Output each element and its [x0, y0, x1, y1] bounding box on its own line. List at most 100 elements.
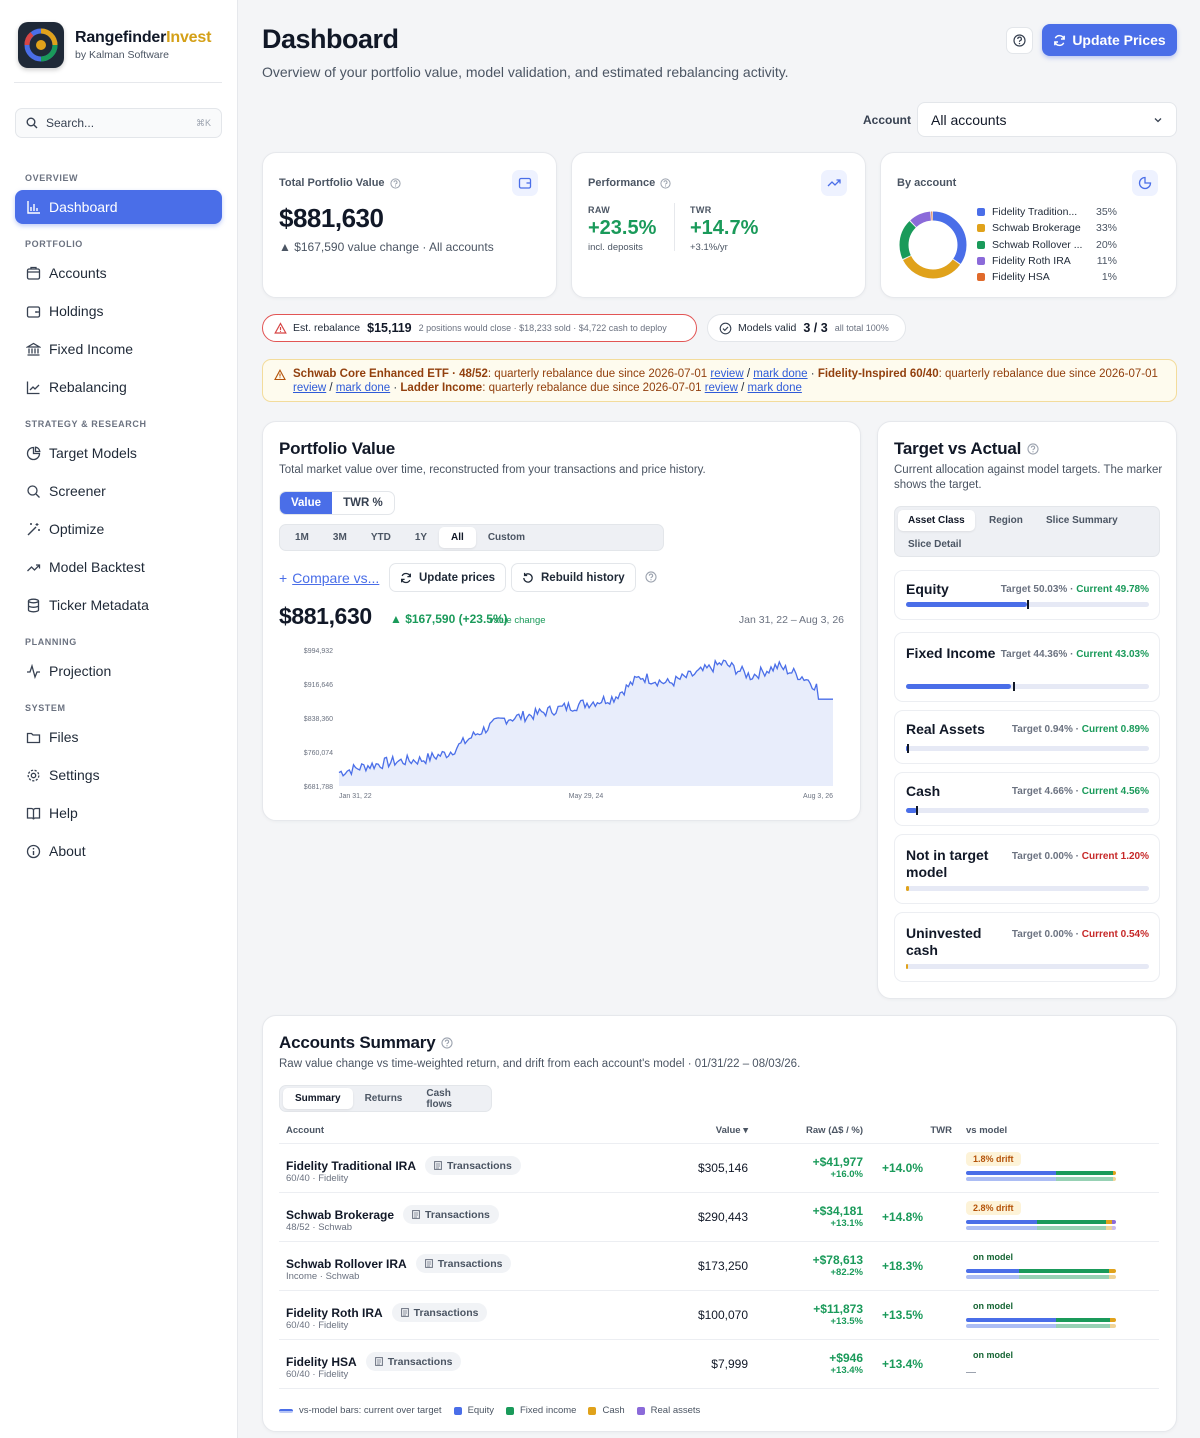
sidebar-item-settings[interactable]: Settings	[15, 758, 222, 792]
review-link[interactable]: review	[293, 382, 326, 394]
transactions-button[interactable]: Transactions	[391, 1303, 488, 1322]
allocation-item-cash[interactable]: Cash Target 4.66% · Current 4.56%	[894, 772, 1160, 826]
help-circle-icon[interactable]	[389, 177, 401, 189]
review-link[interactable]: review	[710, 368, 743, 380]
sidebar-item-optimize[interactable]: Optimize	[15, 512, 222, 546]
sidebar-item-target-models[interactable]: Target Models	[15, 436, 222, 470]
tab-slice-summary[interactable]: Slice Summary	[1036, 510, 1128, 531]
range-all[interactable]: All	[439, 527, 476, 548]
tab-asset-class[interactable]: Asset Class	[898, 510, 975, 531]
transactions-button[interactable]: Transactions	[415, 1254, 512, 1273]
tab-region[interactable]: Region	[979, 510, 1033, 531]
transactions-button[interactable]: Transactions	[403, 1205, 499, 1224]
allocation-item-uninvested-cash[interactable]: Uninvested cash Target 0.00% · Current 0.…	[894, 912, 1160, 982]
account-twr: +14.0%	[881, 1161, 923, 1175]
tab-summary[interactable]: Summary	[283, 1088, 353, 1109]
allocation-item-equity[interactable]: Equity Target 50.03% · Current 49.78%	[894, 570, 1160, 620]
transactions-button[interactable]: Transactions	[425, 1156, 521, 1175]
model-mix-bar	[966, 1171, 1116, 1175]
account-name-text[interactable]: Schwab Brokerage	[286, 1208, 394, 1222]
account-label: Account	[863, 113, 911, 127]
rebuild-history-button[interactable]: Rebuild history	[511, 563, 636, 592]
sidebar-item-screener[interactable]: Screener	[15, 474, 222, 508]
update-prices-button[interactable]: Update Prices	[1042, 24, 1177, 56]
legend-swatch	[977, 208, 985, 216]
legend-item: Schwab Rollover ... 20%	[977, 239, 1117, 251]
update-prices-small-button[interactable]: Update prices	[389, 563, 507, 592]
tab-twr[interactable]: TWR %	[332, 492, 394, 514]
sidebar-item-accounts[interactable]: Accounts	[15, 256, 222, 290]
range-3m[interactable]: 3M	[321, 527, 359, 548]
tab-value[interactable]: Value	[280, 492, 333, 514]
legend-label: Fidelity Roth IRA	[992, 254, 1071, 267]
models-valid-pill[interactable]: Models valid 3 / 3 all total 100%	[707, 314, 906, 342]
sidebar-item-model-backtest[interactable]: Model Backtest	[15, 550, 222, 584]
mark-done-link[interactable]: mark done	[336, 382, 390, 394]
sidebar-item-ticker-metadata[interactable]: Ticker Metadata	[15, 588, 222, 622]
range-1y[interactable]: 1Y	[403, 527, 439, 548]
info-icon	[25, 843, 41, 859]
bar-chart-icon	[25, 199, 41, 215]
divider	[279, 1143, 1159, 1144]
accounts-summary-tabs: Summary Returns Cash flows	[279, 1085, 492, 1112]
separator: ·	[1067, 649, 1077, 660]
raw-dollar: +$34,181	[812, 1204, 863, 1218]
mix-segment	[1113, 1177, 1116, 1181]
allocation-bar	[906, 886, 1149, 891]
help-button[interactable]	[1006, 27, 1033, 54]
total-value-card: Total Portfolio Value $881,630 ▲ $167,59…	[262, 152, 557, 298]
mix-segment	[966, 1226, 1037, 1230]
transactions-button[interactable]: Transactions	[365, 1352, 462, 1371]
col-header-vs-model[interactable]: vs model	[966, 1125, 1007, 1136]
col-header-account[interactable]: Account	[286, 1125, 324, 1136]
allocation-target-current: Target 4.66% · Current 4.56%	[1012, 786, 1149, 797]
sidebar-item-help[interactable]: Help	[15, 796, 222, 830]
raw-dollar: +$11,873	[813, 1302, 863, 1316]
search-input[interactable]: Search... ⌘K	[15, 108, 222, 138]
help-circle-icon[interactable]	[441, 1037, 454, 1049]
rebalance-pill[interactable]: Est. rebalance $15,119 2 positions would…	[262, 314, 697, 342]
account-name-text[interactable]: Fidelity HSA	[286, 1355, 357, 1369]
help-circle-icon	[1013, 34, 1026, 47]
sidebar-item-dashboard[interactable]: Dashboard	[15, 190, 222, 224]
sidebar-item-files[interactable]: Files	[15, 720, 222, 754]
mark-done-link[interactable]: mark done	[748, 382, 802, 394]
folder-icon	[25, 729, 41, 745]
account-name-text[interactable]: Fidelity Traditional IRA	[286, 1159, 416, 1173]
allocation-item-not-in-target-model[interactable]: Not in target model Target 0.00% · Curren…	[894, 834, 1160, 904]
allocation-name: Fixed Income	[906, 645, 996, 661]
help-circle-icon[interactable]	[660, 177, 671, 189]
separator: ·	[1072, 929, 1082, 940]
range-1m[interactable]: 1M	[283, 527, 321, 548]
account-select-value: All accounts	[931, 111, 1007, 128]
brand[interactable]: RangefinderInvest by Kalman Software	[18, 22, 211, 68]
col-header-raw[interactable]: Raw (Δ$ / %)	[806, 1125, 863, 1136]
review-link[interactable]: review	[705, 382, 738, 394]
account-subtitle: 60/40 · Fidelity	[286, 1369, 349, 1380]
help-circle-icon[interactable]	[645, 571, 657, 583]
allocation-item-fixed-income[interactable]: Fixed Income Target 44.36% · Current 43.0…	[894, 632, 1160, 702]
help-circle-icon[interactable]	[1027, 443, 1039, 455]
wallet-icon	[512, 170, 538, 196]
sidebar-item-holdings[interactable]: Holdings	[15, 294, 222, 328]
tab-returns[interactable]: Returns	[353, 1088, 415, 1109]
sidebar-item-rebalancing[interactable]: Rebalancing	[15, 370, 222, 404]
target-text: Target 0.00%	[1011, 851, 1073, 862]
tab-cash-flows[interactable]: Cash flows	[414, 1088, 488, 1110]
tab-slice-detail[interactable]: Slice Detail	[898, 534, 971, 555]
account-name-text[interactable]: Fidelity Roth IRA	[286, 1306, 383, 1320]
account-select[interactable]: All accounts	[917, 102, 1177, 137]
col-header-value[interactable]: Value ▾	[716, 1125, 748, 1136]
allocation-target-current: Target 50.03% · Current 49.78%	[1001, 584, 1149, 595]
col-header-twr[interactable]: TWR	[930, 1125, 952, 1136]
allocation-item-real-assets[interactable]: Real Assets Target 0.94% · Current 0.89%	[894, 710, 1160, 764]
compare-link[interactable]: + Compare vs...	[279, 570, 379, 586]
separator: ·	[1072, 724, 1082, 735]
mark-done-link[interactable]: mark done	[753, 368, 807, 380]
sidebar-item-fixed-income[interactable]: Fixed Income	[15, 332, 222, 366]
account-name-text[interactable]: Schwab Rollover IRA	[286, 1257, 407, 1271]
sidebar-item-projection[interactable]: Projection	[15, 654, 222, 688]
range-ytd[interactable]: YTD	[359, 527, 403, 548]
sidebar-item-about[interactable]: About	[15, 834, 222, 868]
range-custom[interactable]: Custom	[476, 527, 537, 548]
